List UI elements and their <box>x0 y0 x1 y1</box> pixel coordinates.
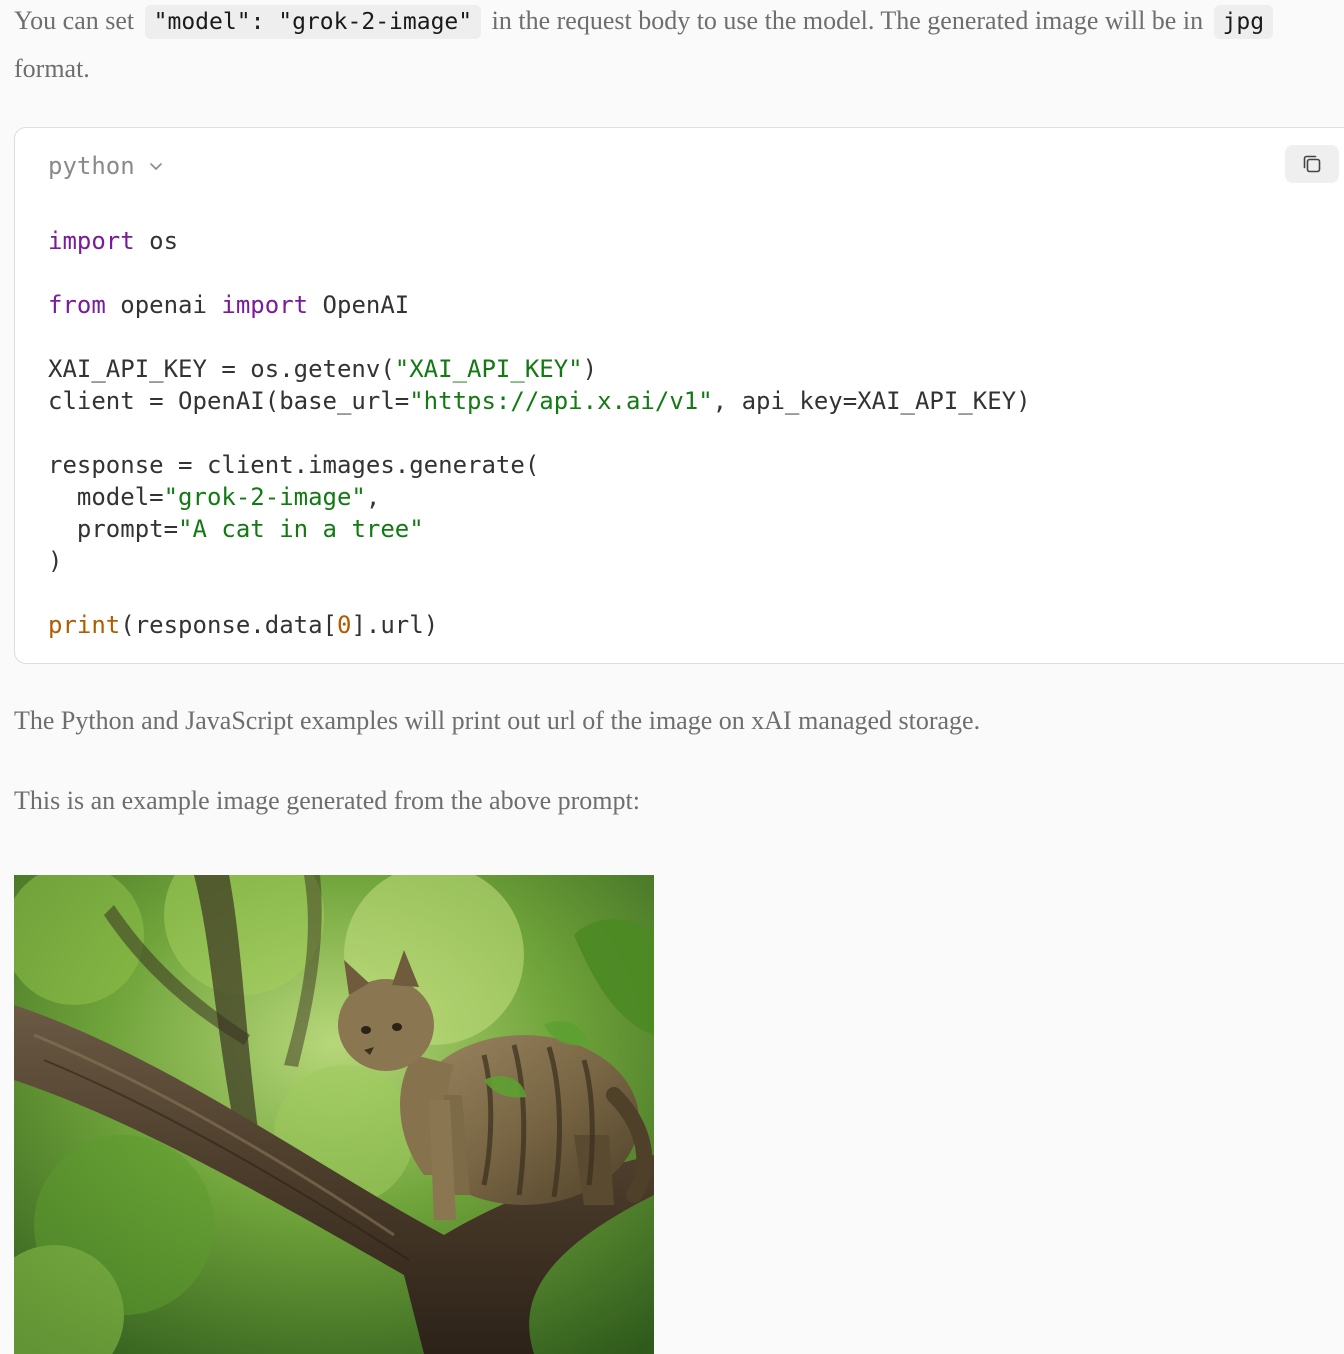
code-token: 0 <box>337 611 352 639</box>
intro-text-after: format. <box>14 54 90 83</box>
copy-button[interactable] <box>1285 145 1339 183</box>
code-line: print(response.data[0].url) <box>48 609 1031 641</box>
code-token: response = client.images.generate( <box>48 451 540 479</box>
code-token: "A cat in a tree" <box>178 515 424 543</box>
language-selector[interactable]: python <box>48 152 163 180</box>
code-token: import <box>48 227 135 255</box>
code-content: import os from openai import OpenAI XAI_AP… <box>48 225 1031 641</box>
code-token: ].url) <box>351 611 439 639</box>
code-token: "XAI_API_KEY" <box>394 355 583 383</box>
code-token: ) <box>48 547 63 575</box>
code-line: ) <box>48 545 1031 577</box>
code-token: from <box>48 291 106 319</box>
copy-icon <box>1303 155 1321 173</box>
inline-code-format: jpg <box>1213 5 1274 39</box>
code-block: python import os from openai import OpenA… <box>14 127 1344 664</box>
code-token: openai <box>105 291 222 319</box>
code-line: client = OpenAI(base_url="https://api.x.… <box>48 385 1031 417</box>
code-token: client = OpenAI(base_url= <box>48 387 410 415</box>
code-token: , api_key=XAI_API_KEY) <box>712 387 1031 415</box>
code-token: "https://api.x.ai/v1" <box>409 387 713 415</box>
code-token: XAI_API_KEY = os.getenv( <box>48 355 395 383</box>
intro-paragraph: You can set "model": "grok-2-image" in t… <box>14 0 1344 46</box>
cat-in-tree-illustration <box>14 875 654 1354</box>
code-token: OpenAI <box>308 291 410 319</box>
code-line: from openai import OpenAI <box>48 289 1031 321</box>
code-token: "grok-2-image" <box>163 483 366 511</box>
code-token: ) <box>582 355 598 383</box>
code-token: model= <box>48 483 164 511</box>
output-paragraph: The Python and JavaScript examples will … <box>14 706 981 735</box>
intro-text-middle: in the request body to use the model. Th… <box>491 6 1204 35</box>
chevron-down-icon <box>149 163 162 170</box>
language-label: python <box>48 152 135 180</box>
intro-text-before: You can set <box>14 6 135 35</box>
generated-cat-image <box>14 875 654 1354</box>
code-token: os <box>134 227 179 255</box>
example-paragraph: This is an example image generated from … <box>14 786 640 815</box>
code-token: import <box>221 291 309 319</box>
code-line: XAI_API_KEY = os.getenv("XAI_API_KEY") <box>48 353 1031 385</box>
code-line: model="grok-2-image", <box>48 481 1031 513</box>
code-line: response = client.images.generate( <box>48 449 1031 481</box>
code-token: , <box>365 483 381 511</box>
inline-code-model: "model": "grok-2-image" <box>144 5 482 39</box>
code-line: prompt="A cat in a tree" <box>48 513 1031 545</box>
code-token: print <box>48 611 121 639</box>
code-token: prompt= <box>48 515 179 543</box>
code-line: import os <box>48 225 1031 257</box>
code-token: (response.data[ <box>120 611 337 639</box>
